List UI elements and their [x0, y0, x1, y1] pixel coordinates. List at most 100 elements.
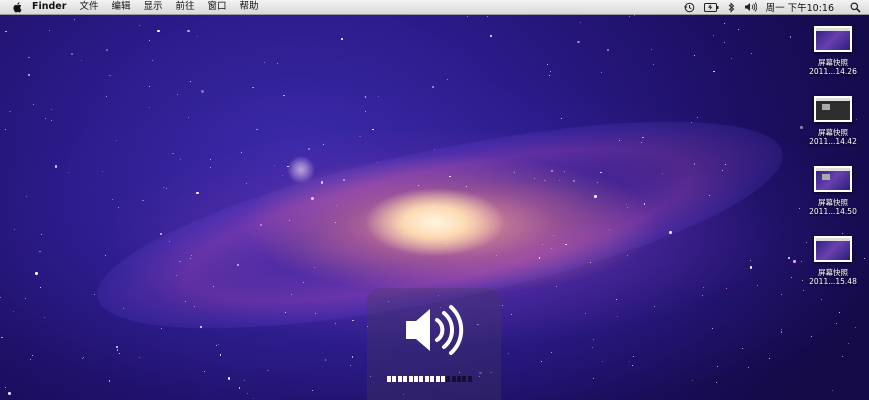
star-dot: [713, 70, 715, 73]
star-dot: [631, 364, 633, 366]
menu-clock[interactable]: 周一 下午10:16: [766, 0, 834, 14]
star-dot: [106, 49, 108, 51]
file-name-line1: 屏幕快照: [818, 198, 848, 207]
star-dot: [122, 307, 125, 310]
star-dot: [311, 389, 313, 391]
star-dot: [162, 186, 164, 188]
star-dot: [693, 163, 696, 165]
star-dot: [749, 266, 753, 269]
star-dot: [854, 327, 856, 329]
star-dot: [626, 254, 628, 256]
volume-segment: [424, 376, 429, 382]
star-dot: [551, 170, 553, 172]
file-name-line1: 屏幕快照: [818, 58, 848, 67]
star-dot: [573, 180, 575, 182]
battery-icon[interactable]: [703, 0, 719, 14]
star-dot: [546, 63, 548, 65]
star-dot: [592, 338, 594, 340]
star-dot: [243, 379, 245, 381]
volume-level-indicator: [387, 376, 473, 382]
menu-file[interactable]: 文件: [79, 0, 98, 14]
star-dot: [117, 206, 119, 208]
star-dot: [544, 179, 546, 181]
volume-segment: [413, 376, 418, 382]
star-dot: [189, 80, 191, 82]
star-dot: [289, 219, 290, 221]
star-dot: [552, 234, 554, 236]
desktop-file-screenshot[interactable]: 屏幕快照 2011...15.48: [803, 236, 863, 286]
volume-segment: [467, 376, 472, 382]
volume-segment: [392, 376, 397, 382]
menu-help[interactable]: 帮助: [240, 0, 259, 14]
star-dot: [227, 377, 231, 380]
star-dot: [54, 165, 58, 168]
menu-window[interactable]: 窗口: [208, 0, 227, 14]
menu-finder[interactable]: Finder: [32, 0, 66, 14]
star-dot: [101, 170, 104, 172]
star-dot: [201, 90, 204, 93]
volume-segment: [430, 376, 435, 382]
star-dot: [600, 71, 602, 73]
star-dot: [615, 299, 617, 301]
menu-go[interactable]: 前往: [175, 0, 194, 14]
star-dot: [431, 205, 433, 207]
star-dot: [1, 336, 3, 339]
star-dot: [558, 179, 561, 181]
star-dot: [32, 104, 34, 106]
star-dot: [750, 52, 752, 54]
star-dot: [788, 257, 790, 259]
star-dot: [80, 59, 82, 61]
star-dot: [709, 194, 711, 196]
file-name-line2: 2011...14.42: [809, 137, 857, 146]
star-dot: [838, 311, 840, 313]
star-dot: [449, 175, 451, 177]
star-dot: [241, 151, 243, 153]
star-dot: [108, 380, 111, 382]
star-dot: [349, 364, 351, 367]
screenshot-thumbnail-icon: [814, 166, 852, 192]
star-dot: [642, 136, 644, 138]
menu-edit[interactable]: 编辑: [111, 0, 130, 14]
file-name-line2: 2011...14.26: [809, 67, 857, 76]
desktop-file-screenshot[interactable]: 屏幕快照 2011...14.50: [803, 166, 863, 216]
desktop-file-screenshot[interactable]: 屏幕快照 2011...14.42: [803, 96, 863, 146]
time-machine-icon[interactable]: [683, 0, 695, 14]
star-dot: [577, 40, 580, 44]
star-dot: [252, 398, 254, 399]
star-dot: [538, 257, 541, 259]
star-dot: [189, 257, 191, 259]
star-dot: [287, 165, 289, 168]
volume-segment: [419, 376, 424, 382]
bluetooth-icon[interactable]: [728, 0, 735, 14]
star-dot: [352, 319, 354, 322]
volume-segment: [403, 376, 408, 382]
star-dot: [780, 293, 782, 295]
star-dot: [39, 286, 41, 288]
desktop-file-screenshot[interactable]: 屏幕快照 2011...14.26: [803, 26, 863, 76]
screenshot-thumbnail-icon: [814, 96, 852, 122]
volume-icon[interactable]: [744, 0, 757, 14]
star-dot: [28, 74, 30, 76]
star-dot: [653, 305, 655, 308]
file-name-line2: 2011...14.50: [809, 207, 857, 216]
file-name-line1: 屏幕快照: [818, 268, 848, 277]
volume-segment: [440, 376, 445, 382]
menu-view[interactable]: 显示: [143, 0, 162, 14]
star-dot: [212, 285, 214, 287]
volume-overlay: [367, 288, 501, 400]
apple-menu-icon[interactable]: [13, 1, 23, 13]
star-dot: [600, 171, 602, 173]
star-dot: [793, 260, 796, 263]
star-dot: [179, 158, 181, 160]
star-dot: [259, 223, 263, 226]
star-dot: [810, 335, 812, 337]
star-dot: [669, 231, 672, 234]
star-dot: [284, 311, 286, 313]
star-dot: [41, 233, 43, 235]
menu-bar: Finder 文件 编辑 显示 前往 窗口 帮助 周一 下午10:16: [0, 0, 869, 15]
star-dot: [109, 74, 111, 76]
star-dot: [176, 93, 178, 96]
volume-segment: [446, 376, 451, 382]
spotlight-icon[interactable]: [850, 0, 861, 14]
star-dot: [179, 260, 181, 262]
